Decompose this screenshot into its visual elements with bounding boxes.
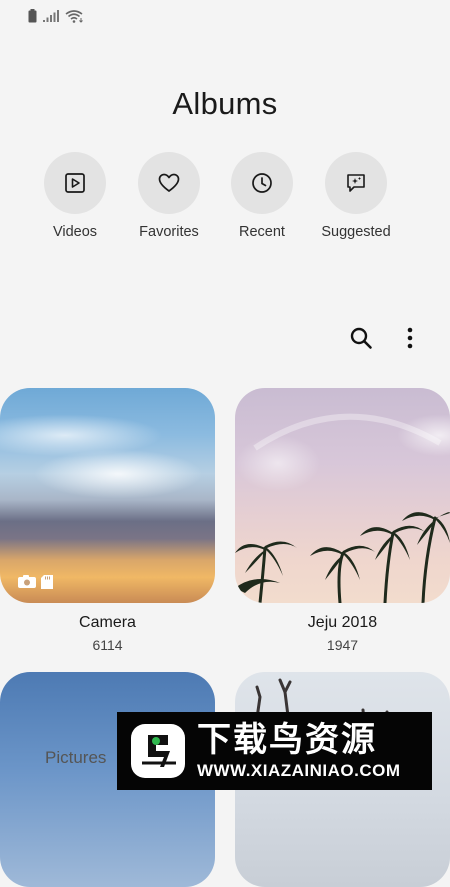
sd-card-badge-icon (41, 575, 53, 589)
album-name: Jeju 2018 (307, 614, 378, 631)
album-name: Camera (79, 614, 136, 631)
album-thumbnail[interactable] (0, 388, 215, 603)
shortcut-favorites-circle[interactable] (138, 152, 200, 214)
search-icon (350, 327, 372, 349)
watermark-url: WWW.XIAZAINIAO.COM (197, 761, 401, 780)
shortcut-recent[interactable]: Recent (212, 152, 312, 240)
camera-badge-icon (18, 575, 36, 588)
status-bar (28, 6, 85, 26)
album-count: 1947 (326, 637, 359, 653)
shortcut-recent-circle[interactable] (231, 152, 293, 214)
palm-trees-image (235, 413, 450, 603)
shortcut-videos-label: Videos (52, 224, 98, 240)
more-options-icon (407, 327, 413, 349)
video-icon (65, 173, 85, 193)
shortcut-videos-circle[interactable] (44, 152, 106, 214)
shortcut-suggested[interactable]: Suggested (306, 152, 406, 240)
watermark-logo (131, 724, 185, 778)
shortcut-suggested-circle[interactable] (325, 152, 387, 214)
battery-icon (28, 9, 37, 23)
wifi-icon (65, 10, 83, 23)
album-jeju-2018[interactable]: Jeju 2018 1947 (235, 388, 450, 653)
watermark-banner: 下载鸟资源 WWW.XIAZAINIAO.COM (117, 712, 432, 790)
search-button[interactable] (345, 322, 377, 354)
tab-pictures[interactable]: Pictures (45, 748, 106, 768)
bird-logo-icon (142, 735, 176, 767)
signal-icon (43, 10, 59, 22)
heart-icon (158, 173, 180, 192)
shortcut-favorites[interactable]: Favorites (119, 152, 219, 240)
album-thumbnail[interactable] (235, 388, 450, 603)
shortcut-suggested-label: Suggested (321, 224, 391, 240)
album-badges (18, 575, 53, 589)
watermark-title: 下载鸟资源 (197, 720, 377, 760)
shortcut-favorites-label: Favorites (139, 224, 199, 240)
more-options-button[interactable] (394, 322, 426, 354)
album-count: 6114 (92, 637, 123, 653)
shortcut-videos[interactable]: Videos (25, 152, 125, 240)
sparkle-chat-icon (347, 174, 365, 192)
album-camera[interactable]: Camera 6114 (0, 388, 215, 653)
page-title: Albums (172, 86, 278, 121)
clock-icon (252, 173, 272, 193)
shortcut-recent-label: Recent (239, 224, 285, 240)
